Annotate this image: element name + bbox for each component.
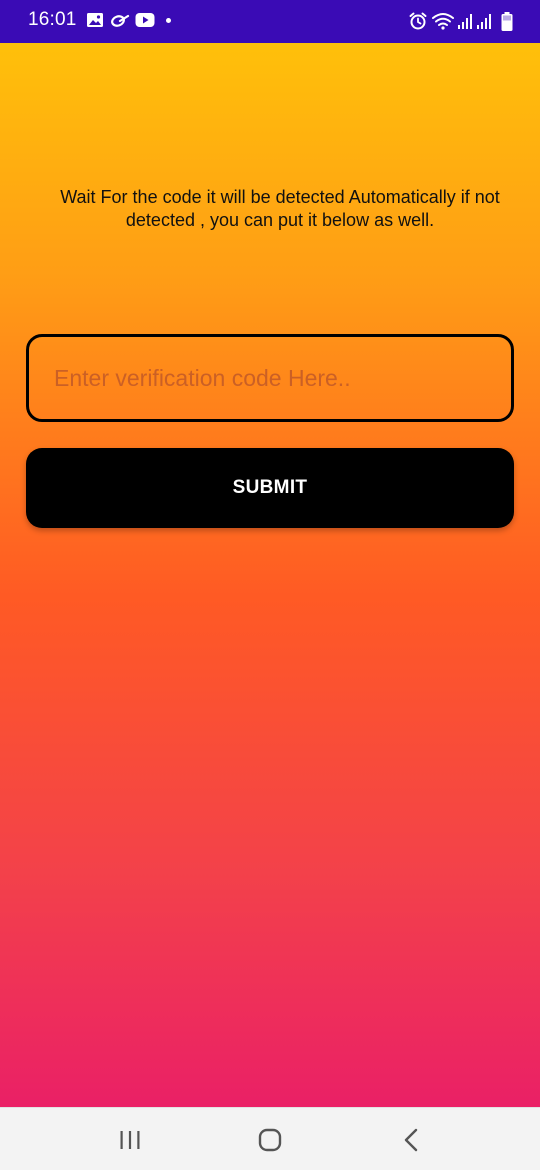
app-screen: 16:01 Wait For the code it will be detec… xyxy=(0,0,540,1170)
navigation-bar xyxy=(0,1107,540,1170)
signal-icon xyxy=(457,11,473,36)
wifi-icon xyxy=(431,11,455,36)
instructions-text: Wait For the code it will be detected Au… xyxy=(60,187,500,230)
verification-panel: Wait For the code it will be detected Au… xyxy=(0,43,540,1107)
recent-apps-icon[interactable] xyxy=(105,1120,155,1160)
signal-icon xyxy=(476,11,492,36)
battery-icon xyxy=(500,11,514,38)
alarm-icon xyxy=(408,11,428,36)
submit-button[interactable]: SUBMIT xyxy=(26,448,514,528)
status-time: 16:01 xyxy=(28,9,77,30)
notification-dot-icon xyxy=(166,18,171,23)
link-icon xyxy=(110,13,130,32)
back-icon[interactable] xyxy=(386,1120,436,1160)
home-icon[interactable] xyxy=(245,1120,295,1160)
status-bar: 16:01 xyxy=(0,0,540,43)
verification-code-input[interactable] xyxy=(26,334,514,422)
youtube-icon xyxy=(135,12,155,33)
gallery-icon xyxy=(86,12,104,33)
